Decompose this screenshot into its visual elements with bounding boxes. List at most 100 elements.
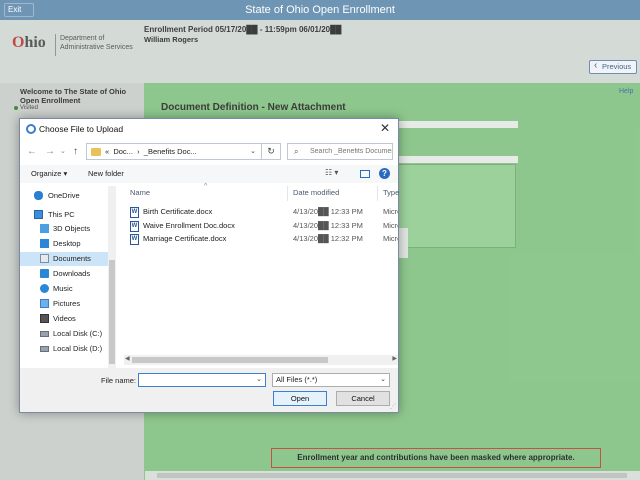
nav-item[interactable]: Documents	[20, 252, 114, 266]
file-type: Micro	[383, 234, 398, 243]
file-date: 4/13/20██ 12:33 PM	[293, 207, 363, 216]
search-input[interactable]	[310, 145, 392, 158]
browser-icon	[26, 124, 36, 134]
organize-button[interactable]: Organize ▾	[31, 169, 67, 178]
recent-chevron-icon[interactable]: ⌄	[60, 147, 66, 155]
nav-item[interactable]: Local Disk (D:)	[20, 342, 114, 356]
open-button[interactable]: Open	[273, 391, 327, 406]
word-document-icon	[130, 207, 139, 218]
column-type[interactable]: Type	[383, 188, 399, 197]
nav-item-label: Desktop	[53, 239, 81, 248]
search-box: ⌕	[287, 143, 393, 160]
navigation-pane: OneDrive This PC 3D Objects Desktop Document…	[20, 186, 116, 368]
nav-item[interactable]: 3D Objects	[20, 222, 114, 236]
cube-icon	[40, 224, 49, 233]
view-options-icon[interactable]: ☷ ▾	[325, 168, 338, 177]
download-icon	[40, 269, 49, 278]
music-icon	[40, 284, 49, 293]
column-divider[interactable]	[287, 186, 288, 201]
documents-icon	[40, 254, 49, 263]
nav-item[interactable]: Music	[20, 282, 114, 296]
desktop-icon	[40, 239, 49, 248]
nav-pane-scrollbar[interactable]	[108, 186, 116, 368]
chevron-down-icon[interactable]: ⌄	[256, 375, 262, 383]
column-name[interactable]: Name	[130, 188, 150, 197]
scroll-right-icon[interactable]: ▶	[392, 355, 397, 362]
file-name-combobox[interactable]: ⌄	[138, 373, 266, 387]
dialog-footer: File name: ⌄ All Files (*.*) ⌄ Open Canc…	[20, 368, 398, 412]
top-bar: Exit State of Ohio Open Enrollment	[0, 0, 640, 20]
scrollbar-thumb[interactable]	[109, 260, 115, 364]
nav-item[interactable]: Pictures	[20, 297, 114, 311]
pictures-icon	[40, 299, 49, 308]
nav-item-label: Pictures	[53, 299, 81, 308]
file-type-select[interactable]: All Files (*.*) ⌄	[272, 373, 390, 387]
refresh-icon[interactable]: ↻	[262, 143, 281, 160]
dialog-titlebar: Choose File to Upload ✕	[20, 119, 398, 139]
nav-item-label: Videos	[53, 314, 76, 323]
word-document-icon	[130, 234, 139, 245]
file-name: Waive Enrollment Doc.docx	[143, 220, 235, 230]
address-segment[interactable]: Doc...	[113, 147, 133, 156]
nav-item[interactable]: Desktop	[20, 237, 114, 251]
file-name: Birth Certificate.docx	[143, 207, 213, 216]
word-document-icon	[130, 220, 139, 232]
dialog-title: Choose File to Upload	[39, 124, 124, 134]
resize-grip-icon[interactable]: ⋰	[390, 403, 396, 410]
new-folder-button[interactable]: New folder	[88, 169, 124, 178]
nav-item[interactable]: This PC	[20, 208, 114, 222]
file-row[interactable]: Birth Certificate.docx 4/13/20██ 12:33 PM…	[124, 206, 398, 219]
nav-item-label: Local Disk (D:)	[53, 344, 103, 353]
nav-item-label: OneDrive	[48, 191, 80, 200]
nav-item-label: Music	[53, 284, 73, 293]
file-upload-dialog: Choose File to Upload ✕ ← → ⌄ ↑ « Doc...…	[19, 118, 399, 413]
app-title: State of Ohio Open Enrollment	[245, 4, 395, 16]
cancel-button[interactable]: Cancel	[336, 391, 390, 406]
address-more[interactable]: «	[105, 147, 109, 156]
file-name-input[interactable]	[141, 374, 251, 386]
file-date: 4/13/20██ 12:33 PM	[293, 220, 363, 230]
nav-item[interactable]: Downloads	[20, 267, 114, 281]
nav-item-label: Downloads	[53, 269, 91, 278]
address-separator: ›	[137, 147, 140, 156]
address-path: « Doc... › _Benefits Doc...	[105, 147, 197, 156]
preview-pane-icon[interactable]	[360, 170, 370, 178]
nav-item-label: Local Disk (C:)	[53, 329, 103, 338]
nav-item[interactable]: Local Disk (C:)	[20, 327, 114, 341]
close-icon[interactable]: ✕	[378, 121, 392, 135]
address-bar[interactable]: « Doc... › _Benefits Doc... ⌄	[86, 143, 262, 160]
scrollbar-thumb[interactable]	[132, 357, 328, 363]
file-name-label: File name:	[101, 376, 137, 385]
nav-item-label: 3D Objects	[53, 224, 91, 233]
file-type: Micro	[383, 207, 398, 216]
nav-item[interactable]: Videos	[20, 312, 114, 326]
file-list-hscrollbar[interactable]: ◀ ▶	[124, 355, 398, 365]
forward-arrow-icon[interactable]: →	[45, 146, 55, 157]
up-arrow-icon[interactable]: ↑	[73, 146, 78, 157]
scroll-left-icon[interactable]: ◀	[125, 355, 130, 362]
nav-item-label: Documents	[53, 254, 91, 263]
column-date-modified[interactable]: Date modified	[293, 188, 339, 197]
computer-icon	[34, 210, 43, 219]
drive-icon	[40, 346, 49, 352]
nav-item-label: This PC	[48, 210, 75, 219]
chevron-down-icon: ⌄	[380, 376, 386, 383]
file-name: Marriage Certificate.docx	[143, 234, 227, 243]
nav-item[interactable]: OneDrive	[20, 189, 114, 203]
chevron-down-icon[interactable]: ⌄	[250, 147, 256, 155]
address-segment[interactable]: _Benefits Doc...	[144, 147, 197, 156]
file-row[interactable]: Marriage Certificate.docx 4/13/20██ 12:32…	[124, 233, 398, 246]
folder-icon	[91, 148, 101, 156]
help-icon[interactable]: ?	[379, 168, 390, 179]
file-type-value: All Files (*.*)	[276, 375, 318, 384]
drive-icon	[40, 331, 49, 337]
sort-caret-icon: ^	[204, 183, 208, 190]
dialog-toolbar: Organize ▾ New folder ☷ ▾ ?	[20, 165, 398, 183]
file-date: 4/13/20██ 12:32 PM	[293, 234, 363, 243]
column-divider[interactable]	[377, 186, 378, 201]
file-type: Micro	[383, 220, 398, 230]
cloud-icon	[34, 191, 43, 200]
back-arrow-icon[interactable]: ←	[27, 146, 37, 157]
file-row[interactable]: Waive Enrollment Doc.docx 4/13/20██ 12:33…	[124, 220, 398, 233]
address-row: ← → ⌄ ↑ « Doc... › _Benefits Doc... ⌄ ↻ …	[20, 141, 398, 161]
